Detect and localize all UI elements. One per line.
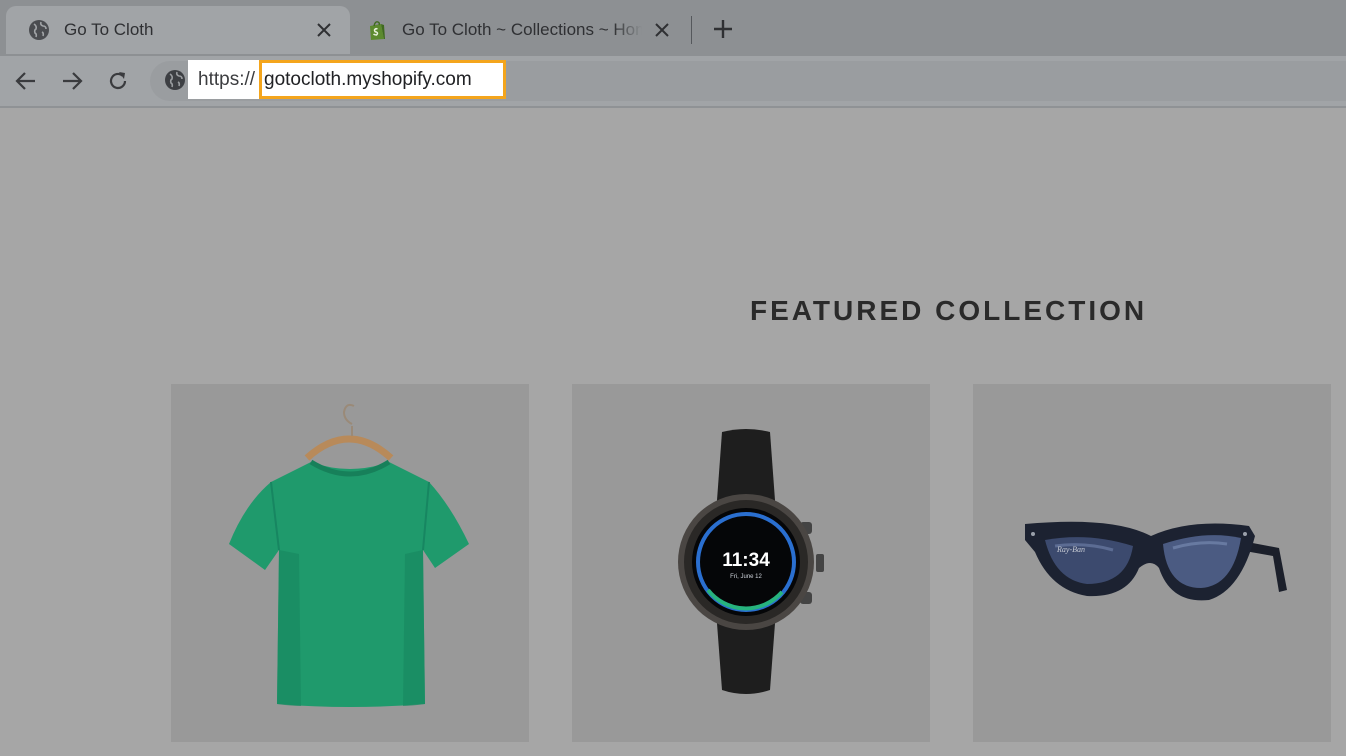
watch-date-text: Fri, June 12: [730, 574, 762, 580]
product-card-sunglasses[interactable]: Ray-Ban: [973, 384, 1331, 742]
smartwatch-image: 11:34 Fri, June 12: [678, 429, 824, 694]
arrow-right-icon[interactable]: [57, 66, 87, 96]
close-tab-icon[interactable]: [650, 18, 674, 42]
product-card-tshirt[interactable]: [171, 384, 529, 742]
tab-go-to-cloth[interactable]: Go To Cloth: [6, 6, 350, 54]
section-title: FEATURED COLLECTION: [750, 295, 1148, 327]
shopify-bag-icon: [366, 19, 388, 41]
new-tab-icon[interactable]: [708, 14, 738, 44]
sunglasses-image: Ray-Ban: [1025, 521, 1287, 601]
arrow-left-icon[interactable]: [11, 66, 41, 96]
tab-collections-home[interactable]: Go To Cloth ~ Collections ~ Home: [352, 6, 688, 54]
tab-title: Go To Cloth ~ Collections ~ Home: [402, 20, 642, 39]
product-card-smartwatch[interactable]: 11:34 Fri, June 12: [572, 384, 930, 742]
url-scheme: https://: [198, 69, 256, 90]
globe-icon[interactable]: [163, 68, 187, 92]
tshirt-image: [229, 403, 469, 707]
globe-icon: [28, 19, 50, 41]
watch-time-text: 11:34: [722, 550, 770, 571]
reload-icon[interactable]: [103, 66, 133, 96]
sunglasses-brand-mark: Ray-Ban: [1056, 545, 1085, 554]
browser-window: Go To Cloth Go To Cloth ~ Collections ~ …: [0, 0, 1346, 756]
tab-separator: [691, 16, 692, 44]
url-host[interactable]: gotocloth.myshopify.com: [264, 69, 472, 91]
tab-title: Go To Cloth: [64, 20, 154, 39]
close-tab-icon[interactable]: [312, 18, 336, 42]
